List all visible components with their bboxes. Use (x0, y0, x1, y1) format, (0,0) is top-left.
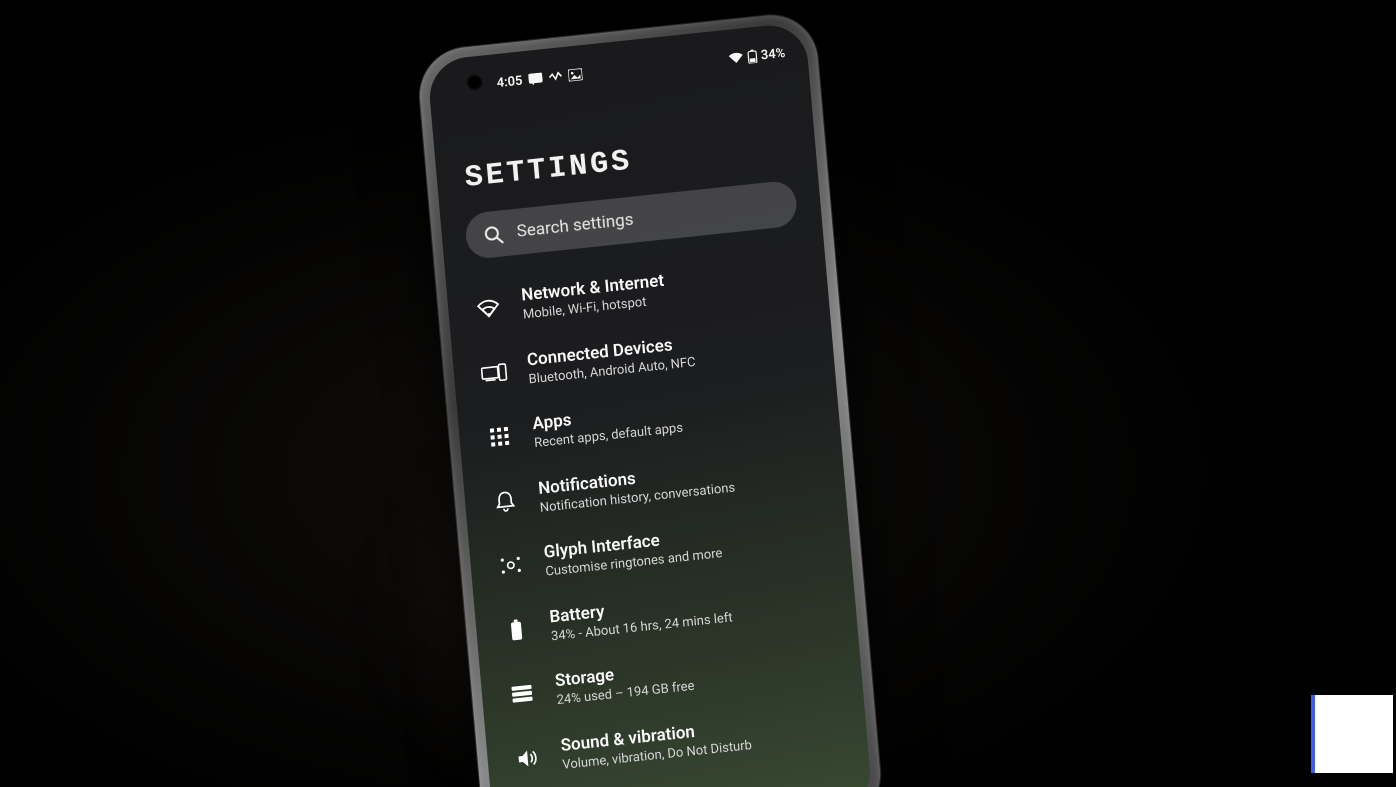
corner-widget[interactable] (1311, 695, 1393, 773)
apps-grid-icon (484, 422, 514, 453)
status-right: 34% (727, 45, 785, 66)
status-battery-text: 34% (760, 45, 786, 62)
wifi-icon (473, 293, 503, 324)
phone: 4:05 (416, 11, 884, 787)
devices-icon (479, 357, 509, 388)
bell-icon (490, 486, 520, 517)
battery-full-icon (501, 614, 531, 645)
storage-icon (507, 679, 537, 710)
search-icon (483, 224, 504, 245)
search-placeholder: Search settings (516, 210, 634, 242)
status-time: 4:05 (496, 73, 523, 91)
volume-icon (513, 743, 543, 774)
battery-icon (746, 49, 757, 64)
phone-frame: 4:05 (416, 11, 884, 787)
glyph-icon (496, 550, 526, 581)
gallery-icon (568, 68, 583, 81)
wifi-icon (728, 51, 744, 65)
activity-icon (548, 71, 563, 82)
status-left: 4:05 (496, 67, 583, 91)
message-icon (528, 72, 543, 85)
settings-list: Network & Internet Mobile, Wi-Fi, hotspo… (445, 237, 868, 787)
photo-scene: 4:05 (0, 0, 1396, 787)
phone-screen: 4:05 (427, 22, 874, 787)
